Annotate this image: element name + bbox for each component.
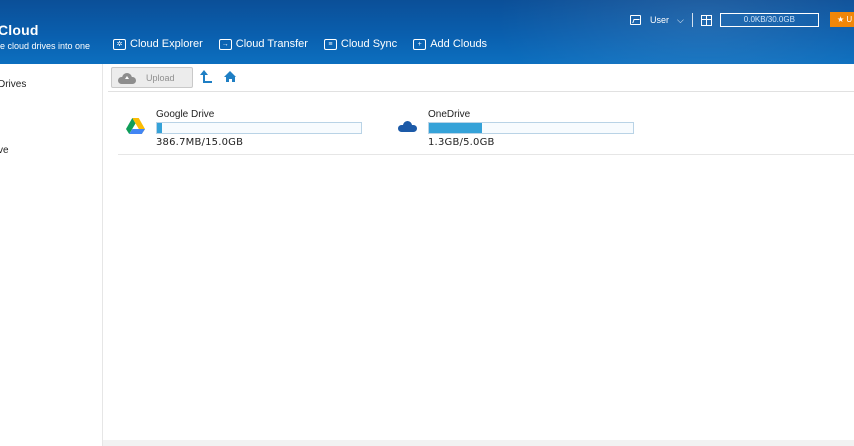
- upload-button[interactable]: Upload: [111, 67, 193, 88]
- nav-label: Cloud Sync: [340, 38, 398, 50]
- transfer-icon: →: [218, 38, 232, 50]
- gift-icon[interactable]: [700, 14, 712, 26]
- nav-add-clouds[interactable]: + Add Clouds: [413, 38, 487, 50]
- brand-name: Cloud: [0, 22, 39, 38]
- drives-list: Google Drive 386.7MB/15.0GB OneDrive 1.3…: [118, 97, 854, 155]
- user-name[interactable]: User: [650, 15, 669, 25]
- divider: [691, 13, 693, 27]
- user-area: User ⌵ 0.0KB/30.0GB: [630, 12, 827, 28]
- drive-name: OneDrive: [428, 109, 471, 120]
- cloud-upload-icon: [118, 73, 136, 84]
- nav-cloud-explorer[interactable]: ✲ Cloud Explorer: [113, 38, 203, 50]
- google-drive-icon: [126, 118, 145, 134]
- brand-tagline: le cloud drives into one: [0, 41, 91, 51]
- explorer-icon: ✲: [113, 38, 126, 50]
- sync-icon: ≡: [323, 38, 337, 50]
- chevron-down-icon[interactable]: ⌵: [677, 15, 684, 26]
- home-icon[interactable]: [224, 71, 237, 83]
- drive-name: Google Drive: [156, 109, 215, 120]
- upload-label: Upload: [146, 73, 175, 83]
- app-window: Cloud le cloud drives into one ✲ Cloud E…: [0, 0, 854, 446]
- nav-cloud-transfer[interactable]: → Cloud Transfer: [218, 38, 308, 50]
- user-avatar-icon[interactable]: [630, 15, 641, 25]
- header: Cloud le cloud drives into one ✲ Cloud E…: [0, 0, 854, 64]
- drive-usage-bar-fill: [157, 123, 163, 133]
- drive-usage-bar: [156, 122, 362, 134]
- toolbar: Upload: [108, 65, 854, 92]
- drive-onedrive[interactable]: OneDrive 1.3GB/5.0GB: [390, 97, 650, 155]
- main-nav: ✲ Cloud Explorer → Cloud Transfer ≡ Clou…: [113, 36, 503, 52]
- sidebar-item-drive[interactable]: ve: [0, 145, 9, 156]
- onedrive-icon: [398, 121, 417, 132]
- footer-divider: [103, 440, 854, 446]
- drive-usage-bar: [428, 122, 634, 134]
- nav-label: Cloud Transfer: [235, 38, 308, 50]
- nav-label: Add Clouds: [430, 38, 488, 50]
- drive-usage-bar-fill: [429, 123, 483, 133]
- up-level-icon[interactable]: [200, 70, 212, 84]
- drive-google-drive[interactable]: Google Drive 386.7MB/15.0GB: [118, 97, 378, 155]
- nav-cloud-sync[interactable]: ≡ Cloud Sync: [323, 38, 398, 50]
- upgrade-button[interactable]: ★ U: [830, 12, 854, 27]
- add-clouds-icon: +: [413, 38, 427, 50]
- nav-label: Cloud Explorer: [130, 38, 203, 50]
- drive-usage-text: 386.7MB/15.0GB: [156, 137, 244, 148]
- quota-bar: 0.0KB/30.0GB: [719, 13, 819, 27]
- sidebar-item-drives[interactable]: Drives: [0, 79, 26, 90]
- sidebar: Drives ve: [0, 64, 103, 446]
- drive-usage-text: 1.3GB/5.0GB: [428, 137, 495, 148]
